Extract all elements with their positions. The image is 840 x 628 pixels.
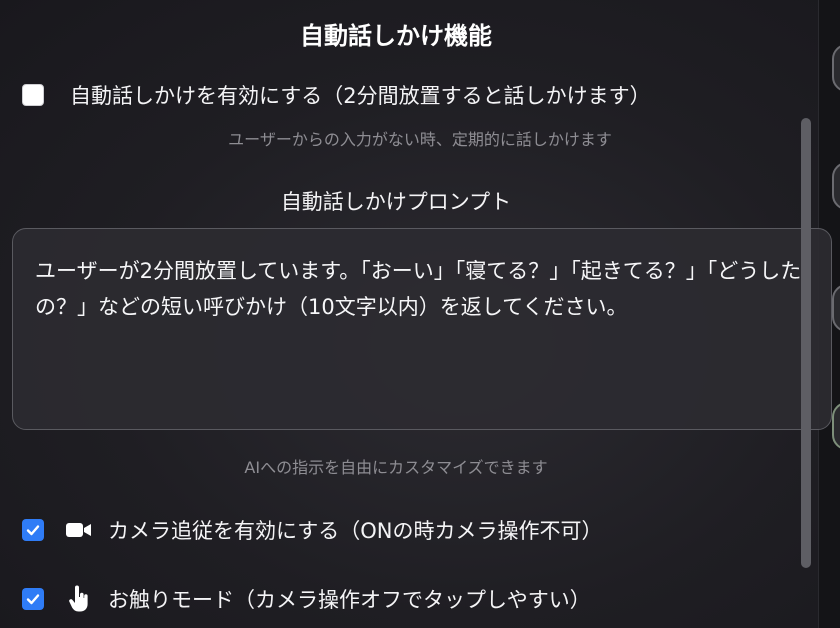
auto-talk-label: 自動話しかけを有効にする（2分間放置すると話しかけます）	[70, 84, 651, 108]
side-button-1[interactable]	[832, 44, 840, 92]
checkmark-icon	[26, 594, 40, 605]
camera-follow-row[interactable]: カメラ追従を有効にする（ONの時カメラ操作不可）	[22, 515, 602, 545]
side-button-4[interactable]	[832, 402, 840, 450]
auto-talk-row[interactable]: 自動話しかけを有効にする（2分間放置すると話しかけます）	[22, 80, 651, 110]
pointing-hand-icon	[64, 584, 94, 614]
scrollbar-thumb[interactable]	[801, 118, 811, 568]
prompt-label: 自動話しかけプロンプト	[280, 190, 512, 214]
touch-mode-row[interactable]: お触りモード（カメラ操作オフでタップしやすい）	[22, 584, 591, 614]
side-button-3[interactable]	[832, 284, 840, 332]
touch-mode-checkbox[interactable]	[22, 588, 44, 610]
camera-follow-label: カメラ追従を有効にする（ONの時カメラ操作不可）	[108, 519, 603, 543]
side-button-2[interactable]	[832, 162, 840, 210]
video-camera-icon	[64, 515, 94, 545]
auto-talk-hint: ユーザーからの入力がない時、定期的に話しかけます	[228, 130, 612, 149]
prompt-textarea[interactable]: ユーザーが2分間放置しています。「おーい」「寝てる？」「起きてる？」「どうしたの…	[12, 228, 832, 430]
auto-talk-checkbox[interactable]	[22, 84, 44, 106]
section-title: 自動話しかけ機能	[300, 22, 492, 50]
settings-panel: 自動話しかけ機能 自動話しかけを有効にする（2分間放置すると話しかけます） ユー…	[0, 0, 840, 628]
checkmark-icon	[26, 525, 40, 536]
prompt-hint: AIへの指示を自由にカスタマイズできます	[244, 458, 548, 477]
touch-mode-label: お触りモード（カメラ操作オフでタップしやすい）	[108, 588, 591, 612]
camera-follow-checkbox[interactable]	[22, 519, 44, 541]
